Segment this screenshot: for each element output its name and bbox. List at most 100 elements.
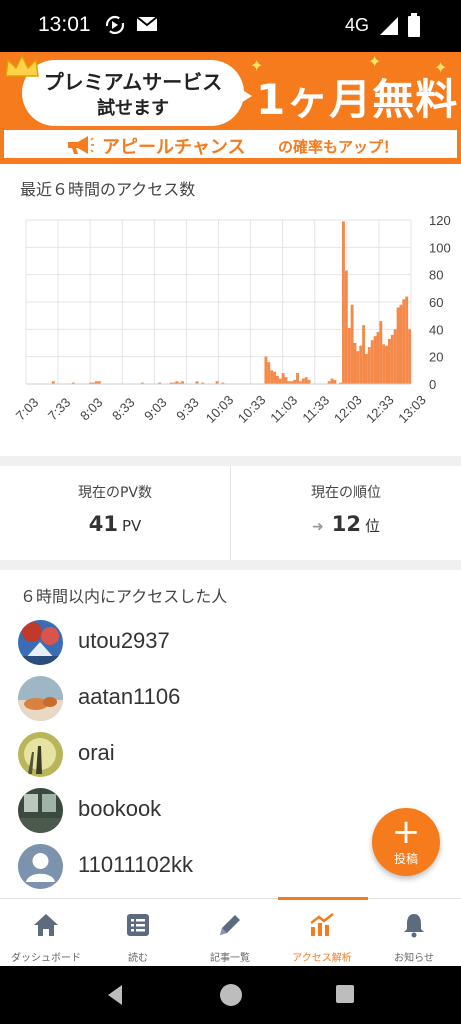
visitor-name[interactable]: bookook xyxy=(78,796,161,822)
banner-strip-label: アピールチャンス xyxy=(102,137,246,158)
chart-bar xyxy=(402,299,406,384)
visitor-row[interactable]: utou2937 xyxy=(0,614,461,670)
chart-bar xyxy=(307,379,311,384)
fab-label: 投稿 xyxy=(393,852,418,866)
status-time: 13:01 xyxy=(38,13,91,36)
x-tick-label: 9:33 xyxy=(173,395,202,424)
chart-title: 最近６時間のアクセス数 xyxy=(20,180,196,199)
y-tick-label: 0 xyxy=(429,377,436,392)
bell-icon xyxy=(404,914,424,938)
chart-bar xyxy=(396,307,400,384)
rank-label: 現在の順位 xyxy=(311,485,381,501)
x-tick-label: 7:03 xyxy=(13,395,42,424)
y-tick-label: 60 xyxy=(429,295,443,310)
chart-bar xyxy=(399,304,403,384)
chart-bar xyxy=(267,362,271,384)
post-fab-button[interactable]: + 投稿 xyxy=(372,808,440,876)
visitor-name[interactable]: aatan1106 xyxy=(78,684,180,710)
chart-bar xyxy=(264,356,268,384)
status-bar: 13:01 4G xyxy=(0,0,461,52)
chart-bar xyxy=(284,377,288,384)
sparkle-icon: ✦ xyxy=(434,58,448,77)
chart-bar xyxy=(362,325,366,384)
chart-bar xyxy=(281,373,285,384)
rank-trend-icon: ➜ xyxy=(312,519,324,535)
rank-unit: 位 xyxy=(364,517,380,535)
banner-line1: プレミアムサービス xyxy=(43,70,223,94)
back-icon[interactable] xyxy=(104,983,126,1007)
visitor-row[interactable]: orai xyxy=(0,726,461,782)
chart-bar xyxy=(278,378,282,384)
chart-bar xyxy=(382,344,386,384)
chart-bar xyxy=(270,370,274,384)
rank-value-group: ➜ 12 位 xyxy=(231,512,461,536)
visitor-name[interactable]: utou2937 xyxy=(78,628,170,654)
avatar[interactable] xyxy=(18,676,63,721)
chart-bar xyxy=(333,379,337,384)
chart-bar xyxy=(367,347,371,384)
chart-bar xyxy=(293,379,297,384)
banner-free-text: 1ヶ月無料 xyxy=(256,75,459,124)
stats-card: 現在のPV数 41 PV 現在の順位 ➜ 12 位 xyxy=(0,466,461,560)
chart-bar xyxy=(408,329,411,384)
access-chart-card: 最近６時間のアクセス数 0 20 40 60 80 100 120 7:03 7:33 8:03 8… xyxy=(0,164,461,456)
tab-read[interactable]: 読む xyxy=(92,899,184,967)
premium-banner[interactable]: プレミアムサービス 試せます 1ヶ月無料 ✦ ✦ ✦ アピールチャンス の確率も… xyxy=(0,52,461,164)
y-tick-label: 120 xyxy=(429,213,451,228)
x-tick-label: 8:03 xyxy=(77,395,106,424)
tab-analytics[interactable]: アクセス解析 xyxy=(276,899,368,967)
avatar[interactable] xyxy=(18,732,63,777)
visitor-name[interactable]: orai xyxy=(78,740,115,766)
x-tick-label: 10:03 xyxy=(203,392,237,426)
avatar[interactable] xyxy=(18,788,63,833)
chart-bar xyxy=(405,296,409,384)
chart-bar xyxy=(388,338,391,384)
banner-line2: 試せます xyxy=(97,98,169,119)
y-tick-label: 20 xyxy=(429,350,443,365)
chart-bar xyxy=(359,345,363,384)
x-tick-label: 11:33 xyxy=(299,393,332,426)
chart-bar xyxy=(330,378,334,384)
sparkle-icon: ✦ xyxy=(368,52,382,71)
visitor-row[interactable]: aatan1106 xyxy=(0,670,461,726)
tab-notifications[interactable]: お知らせ xyxy=(368,899,460,967)
x-tick-label: 10:33 xyxy=(235,392,269,426)
bottom-tab-bar: ダッシュボード 読む 記事一覧 アクセス解析 お知らせ xyxy=(0,897,461,967)
avatar[interactable] xyxy=(18,844,63,889)
signal-icon xyxy=(380,17,398,35)
x-tick-label: 12:33 xyxy=(363,392,397,426)
chart-bar xyxy=(347,327,351,384)
network-type: 4G xyxy=(345,15,370,35)
avatar[interactable] xyxy=(18,620,63,665)
x-tick-label: 13:03 xyxy=(395,392,429,426)
x-tick-label: 9:03 xyxy=(141,395,170,424)
tab-dashboard[interactable]: ダッシュボード xyxy=(0,899,92,967)
chart-bar xyxy=(379,321,383,384)
home-icon xyxy=(34,914,58,936)
pv-value-group: 41 PV xyxy=(0,512,230,536)
x-tick-label: 7:33 xyxy=(45,395,74,424)
chart-bar xyxy=(393,329,397,384)
banner-strip: アピールチャンス の確率もアップ！ xyxy=(2,128,459,160)
recents-icon[interactable] xyxy=(335,984,355,1004)
y-tick-label: 40 xyxy=(429,322,443,337)
analytics-icon xyxy=(310,913,334,936)
plus-icon: + xyxy=(391,812,421,852)
tab-articles[interactable]: 記事一覧 xyxy=(184,899,276,967)
home-nav-icon[interactable] xyxy=(219,983,243,1007)
chart-bar xyxy=(365,353,368,384)
chart-bar xyxy=(344,270,348,384)
chart-bar xyxy=(275,375,279,384)
y-tick-label: 80 xyxy=(429,268,443,283)
tab-label: 読む xyxy=(128,953,148,964)
pv-label: 現在のPV数 xyxy=(77,485,153,501)
pencil-icon xyxy=(220,915,240,935)
chart-bar xyxy=(390,334,394,384)
pv-value: 41 xyxy=(88,512,118,536)
system-nav-bar xyxy=(0,966,461,1024)
banner-strip-rest: の確率もアップ！ xyxy=(278,138,399,156)
chart-bar xyxy=(370,340,374,384)
tab-label: お知らせ xyxy=(394,953,434,964)
chart-bar xyxy=(296,373,299,384)
visitor-name[interactable]: 11011102kk xyxy=(78,852,193,878)
